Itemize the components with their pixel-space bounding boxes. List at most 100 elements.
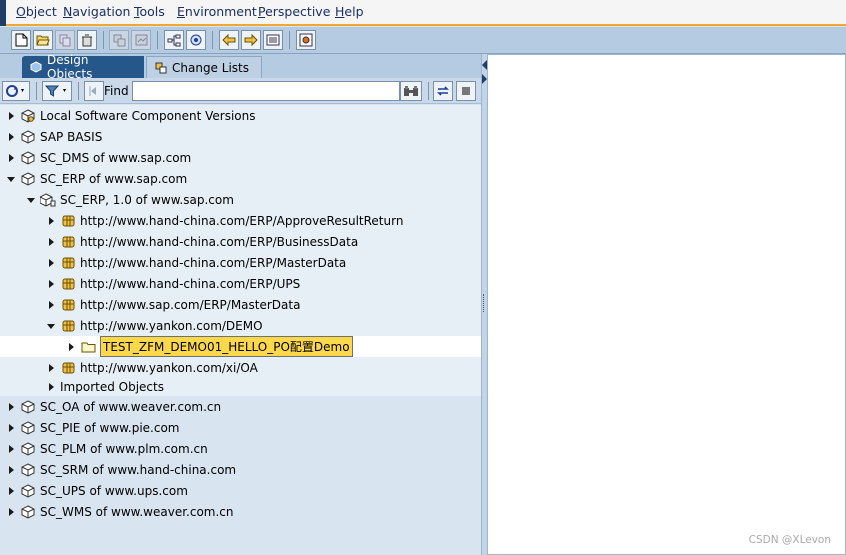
copy-icon[interactable] bbox=[55, 30, 75, 50]
toolbar-separator bbox=[212, 31, 213, 49]
menu-tools[interactable]: Tools bbox=[134, 4, 165, 19]
tree-item-label: SC_PIE of www.pie.com bbox=[40, 420, 180, 435]
namespace-icon bbox=[60, 213, 76, 229]
tree-row[interactable]: SC_DMS of www.sap.com bbox=[0, 147, 481, 168]
watermark: CSDN @XLevon bbox=[748, 534, 831, 546]
back-arrow-icon[interactable] bbox=[219, 30, 239, 50]
tab-change-lists-label: Change Lists bbox=[172, 60, 249, 75]
filter-dropdown-button[interactable] bbox=[42, 81, 72, 101]
cube-version-icon bbox=[40, 192, 56, 208]
delete-icon[interactable] bbox=[77, 30, 97, 50]
cube-icon bbox=[20, 129, 36, 145]
cube-icon bbox=[20, 420, 36, 436]
cube-icon bbox=[20, 462, 36, 478]
tree-row[interactable]: http://www.hand-china.com/ERP/MasterData bbox=[0, 252, 481, 273]
cube-icon bbox=[20, 171, 36, 187]
expand-arrow-icon[interactable] bbox=[6, 507, 16, 517]
tree-item-label: SC_PLM of www.plm.com.cn bbox=[40, 441, 208, 456]
tree-row[interactable]: SC_PIE of www.pie.com bbox=[0, 417, 481, 438]
list-icon[interactable] bbox=[263, 30, 283, 50]
tree-row[interactable]: SC_ERP of www.sap.com bbox=[0, 168, 481, 189]
tree-row[interactable]: SC_PLM of www.plm.com.cn bbox=[0, 438, 481, 459]
tree-icon[interactable] bbox=[164, 30, 184, 50]
tree-row[interactable]: SC_WMS of www.weaver.com.cn bbox=[0, 501, 481, 522]
tree-row[interactable]: SC_OA of www.weaver.com.cn bbox=[0, 396, 481, 417]
tree-row[interactable]: SC_UPS of www.ups.com bbox=[0, 480, 481, 501]
menu-perspective[interactable]: Perspective bbox=[258, 4, 330, 19]
tree-item-label: SC_ERP, 1.0 of www.sap.com bbox=[60, 192, 234, 207]
history-icon[interactable] bbox=[131, 30, 151, 50]
window-accent-bar bbox=[0, 0, 6, 26]
stop-icon[interactable] bbox=[456, 81, 476, 101]
tree-item-label: Local Software Component Versions bbox=[40, 108, 256, 123]
expand-arrow-icon[interactable] bbox=[46, 300, 56, 310]
expand-arrow-icon[interactable] bbox=[6, 153, 16, 163]
tree-row[interactable]: http://www.hand-china.com/ERP/UPS bbox=[0, 273, 481, 294]
search-bar: Find bbox=[0, 78, 481, 104]
compare-icon[interactable] bbox=[109, 30, 129, 50]
new-document-icon[interactable] bbox=[11, 30, 31, 50]
namespace-icon bbox=[60, 276, 76, 292]
toolbar-separator bbox=[157, 31, 158, 49]
menu-help[interactable]: Help bbox=[335, 4, 364, 19]
tab-design-objects[interactable]: Design Objects bbox=[22, 53, 144, 81]
expand-arrow-icon[interactable] bbox=[6, 111, 16, 121]
where-used-icon[interactable] bbox=[186, 30, 206, 50]
search-separator bbox=[428, 82, 429, 100]
sync-icon[interactable] bbox=[433, 81, 453, 101]
expand-arrow-icon[interactable] bbox=[46, 216, 56, 226]
refresh-dropdown-button[interactable] bbox=[2, 81, 30, 101]
forward-arrow-icon[interactable] bbox=[241, 30, 261, 50]
menu-navigation[interactable]: Navigation bbox=[63, 4, 130, 19]
collapse-arrow-icon[interactable] bbox=[26, 195, 36, 205]
expand-arrow-icon[interactable] bbox=[6, 465, 16, 475]
binoculars-icon[interactable] bbox=[400, 81, 422, 101]
tree-row[interactable]: SC_SRM of www.hand-china.com bbox=[0, 459, 481, 480]
tree-row[interactable]: http://www.hand-china.com/ERP/BusinessDa… bbox=[0, 231, 481, 252]
splitter-grip[interactable] bbox=[483, 294, 486, 312]
tree-row[interactable]: http://www.yankon.com/xi/OA bbox=[0, 357, 481, 378]
find-input[interactable] bbox=[132, 81, 400, 101]
tree-item-label: SC_DMS of www.sap.com bbox=[40, 150, 192, 165]
expand-arrow-icon[interactable] bbox=[66, 342, 76, 352]
expand-arrow-icon[interactable] bbox=[46, 279, 56, 289]
tree-item-label: SC_ERP of www.sap.com bbox=[40, 171, 188, 186]
open-folder-icon[interactable] bbox=[33, 30, 53, 50]
search-separator bbox=[36, 82, 37, 100]
tree-row[interactable]: SC_ERP, 1.0 of www.sap.com bbox=[0, 189, 481, 210]
tree-row[interactable]: Imported Objects bbox=[0, 378, 481, 396]
tree-row[interactable]: http://www.yankon.com/DEMO bbox=[0, 315, 481, 336]
namespace-icon bbox=[60, 255, 76, 271]
tree-row[interactable]: SAP BASIS bbox=[0, 126, 481, 147]
expand-arrow-icon[interactable] bbox=[6, 486, 16, 496]
tree-row[interactable]: http://www.sap.com/ERP/MasterData bbox=[0, 294, 481, 315]
expand-arrow-icon[interactable] bbox=[46, 237, 56, 247]
expand-arrow-icon[interactable] bbox=[46, 258, 56, 268]
tab-change-lists[interactable]: Change Lists bbox=[146, 56, 262, 78]
tree-item-label: TEST_ZFM_DEMO01_HELLO_PO配置Demo bbox=[100, 336, 353, 357]
expand-arrow-icon[interactable] bbox=[6, 402, 16, 412]
tree-item-label: Imported Objects bbox=[60, 380, 164, 394]
expand-arrow-icon[interactable] bbox=[6, 132, 16, 142]
cube-icon bbox=[20, 483, 36, 499]
tree-row[interactable]: TEST_ZFM_DEMO01_HELLO_PO配置Demo bbox=[0, 336, 481, 357]
expand-arrow-icon[interactable] bbox=[46, 382, 56, 392]
collapse-arrow-icon[interactable] bbox=[6, 174, 16, 184]
design-objects-icon bbox=[30, 61, 42, 73]
tree-item-label: SAP BASIS bbox=[40, 129, 103, 144]
expand-arrow-icon[interactable] bbox=[6, 444, 16, 454]
expand-arrow-icon[interactable] bbox=[46, 363, 56, 373]
tree-row[interactable]: http://www.hand-china.com/ERP/ApproveRes… bbox=[0, 210, 481, 231]
settings-icon[interactable] bbox=[296, 30, 316, 50]
expand-arrow-icon[interactable] bbox=[6, 423, 16, 433]
menu-environment[interactable]: Environment bbox=[177, 4, 257, 19]
collapse-arrow-icon[interactable] bbox=[46, 321, 56, 331]
main-toolbar bbox=[0, 27, 846, 54]
menu-object[interactable]: Object bbox=[16, 4, 57, 19]
find-previous-button[interactable] bbox=[84, 81, 104, 101]
tree-row[interactable]: Local Software Component Versions bbox=[0, 105, 481, 126]
tree-item-label: http://www.hand-china.com/ERP/ApproveRes… bbox=[80, 213, 404, 228]
cube-icon bbox=[20, 399, 36, 415]
object-tree: Local Software Component Versions SAP BAS… bbox=[0, 104, 481, 555]
toolbar-separator bbox=[103, 31, 104, 49]
